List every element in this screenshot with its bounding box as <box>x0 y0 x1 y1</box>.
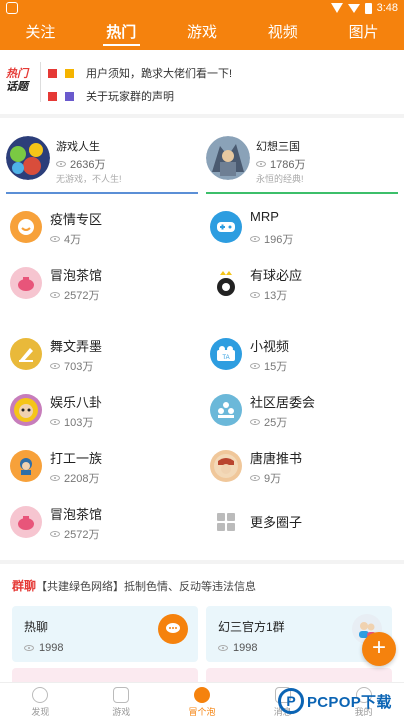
avatar <box>206 136 250 180</box>
hot-topics: 热门 话题 用户须知，跪求大佬们看一下! 关于玩家群的声明 <box>0 52 404 112</box>
eye-icon <box>250 236 260 242</box>
divider <box>40 62 41 102</box>
topic-item[interactable]: 用户须知，跪求大佬们看一下! <box>48 65 232 81</box>
community-icon <box>210 394 242 426</box>
circle-item-xiaoshipin[interactable]: TA 小视频 15万 <box>208 330 398 378</box>
hot-badge-icon <box>48 68 57 78</box>
eye-icon <box>250 419 260 425</box>
clock: 3:48 <box>376 2 398 14</box>
teapot-icon <box>10 506 42 538</box>
topic-item[interactable]: 关于玩家群的声明 <box>48 88 174 104</box>
eye-icon <box>32 687 49 703</box>
circle-item-maopao-2[interactable]: 冒泡茶馆 2572万 <box>8 498 198 546</box>
chat-bubble-icon <box>158 614 188 644</box>
book-icon <box>210 450 242 482</box>
teapot-icon <box>10 267 42 299</box>
wifi-icon <box>330 3 343 13</box>
football-icon <box>210 267 242 299</box>
add-post-button[interactable]: + <box>362 632 396 666</box>
eye-icon <box>250 292 260 298</box>
eye-icon <box>250 475 260 481</box>
character-icon <box>10 394 42 426</box>
hot-topics-logo: 热门 话题 <box>6 68 28 93</box>
video-icon: TA <box>210 338 242 370</box>
circle-item-yiqing[interactable]: 疫情专区 4万 <box>8 203 198 251</box>
circle-item-yule[interactable]: 娱乐八卦 103万 <box>8 386 198 434</box>
notification-icon <box>6 2 18 14</box>
signal-icon <box>347 3 360 13</box>
divider <box>0 114 404 118</box>
watermark-logo: P PCPOP下载 <box>278 684 404 718</box>
watermark-icon: P <box>278 688 304 714</box>
tab-video[interactable]: 视频 <box>242 18 323 50</box>
avatar <box>6 136 50 180</box>
circle-item-dagong[interactable]: 打工一族 2208万 <box>8 442 198 490</box>
tab-games[interactable]: 游戏 <box>162 18 243 50</box>
tab-follow[interactable]: 关注 <box>0 18 81 50</box>
tab-hot[interactable]: 热门 <box>81 18 162 50</box>
topic-tag-icon <box>65 68 74 78</box>
eye-icon <box>250 363 260 369</box>
eye-icon <box>218 645 228 651</box>
circle-item-wuwen[interactable]: 舞文弄墨 703万 <box>8 330 198 378</box>
gamepad-icon <box>113 687 130 703</box>
group-chat-header: 群聊【共建绿色网络】抵制色情、反动等违法信息 <box>12 579 257 593</box>
more-circles-button[interactable]: 更多圈子 <box>208 498 398 546</box>
eye-icon <box>256 161 266 167</box>
pen-icon <box>10 338 42 370</box>
nav-bubble[interactable]: 冒个泡 <box>162 683 243 720</box>
divider <box>0 560 404 564</box>
gamepad-icon <box>210 211 242 243</box>
circle-item-youqiu[interactable]: 有球必应 13万 <box>208 259 398 307</box>
worker-icon <box>10 450 42 482</box>
hot-badge-icon <box>48 91 57 101</box>
eye-icon <box>50 236 60 242</box>
top-tab-bar: 关注 热门 游戏 视频 图片 <box>0 18 404 50</box>
chat-card-relao[interactable]: 热聊 1998 <box>12 606 198 662</box>
circle-item-mrp[interactable]: MRP 196万 <box>208 203 398 251</box>
eye-icon <box>50 475 60 481</box>
underline <box>206 192 398 194</box>
battery-icon <box>364 2 372 14</box>
grid-icon <box>210 506 242 538</box>
eye-icon <box>50 419 60 425</box>
featured-circle-youxirensheng[interactable]: 游戏人生 2636万 无游戏，不人生! <box>6 130 198 194</box>
nav-games[interactable]: 游戏 <box>81 683 162 720</box>
status-bar: 3:48 <box>0 0 404 18</box>
circle-item-tangtang[interactable]: 唐唐推书 9万 <box>208 442 398 490</box>
eye-icon <box>56 161 66 167</box>
bubble-icon <box>193 687 210 703</box>
circle-item-shequ[interactable]: 社区居委会 25万 <box>208 386 398 434</box>
eye-icon <box>50 363 60 369</box>
topic-tag-icon <box>65 91 74 101</box>
underline <box>6 192 198 194</box>
eye-icon <box>50 531 60 537</box>
eye-icon <box>50 292 60 298</box>
smile-icon <box>10 211 42 243</box>
tab-pictures[interactable]: 图片 <box>323 18 404 50</box>
circle-item-maopao[interactable]: 冒泡茶馆 2572万 <box>8 259 198 307</box>
featured-circle-huanxiangsanguo[interactable]: 幻想三国 1786万 永恒的经典! <box>206 130 398 194</box>
svg-text:TA: TA <box>222 355 229 361</box>
eye-icon <box>24 645 34 651</box>
nav-discover[interactable]: 发现 <box>0 683 81 720</box>
